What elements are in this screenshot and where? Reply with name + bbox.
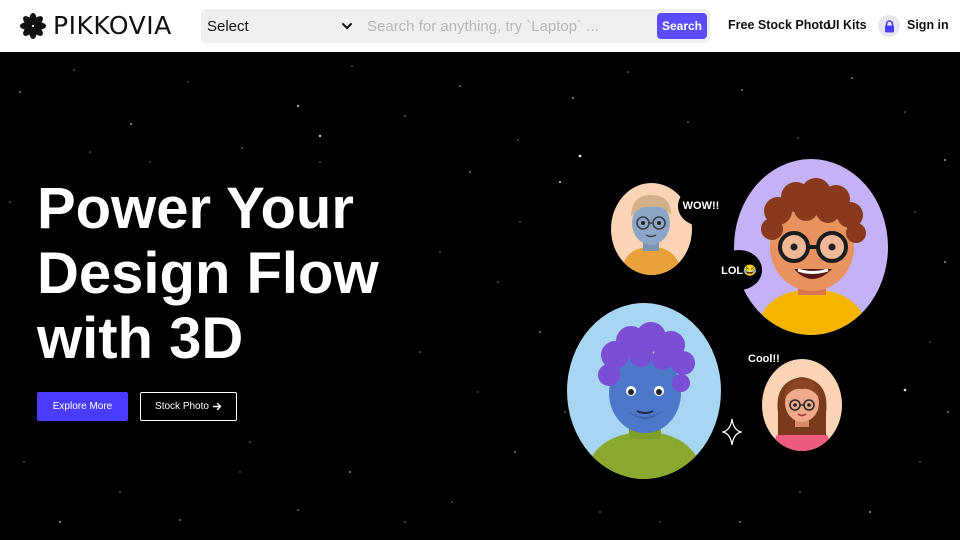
- cool-caption: Cool!!: [748, 353, 780, 365]
- sparkle-icon: [722, 418, 742, 446]
- avatar-girl-glasses: [762, 359, 842, 451]
- nav-sign-in[interactable]: Sign in: [907, 18, 949, 32]
- hero-section: Power Your Design Flow with 3D Explore M…: [0, 52, 960, 540]
- avatar-purple-hair: [567, 303, 721, 479]
- category-select-value: Select: [207, 17, 249, 35]
- brand-logo[interactable]: PIKKOVIA: [20, 12, 172, 40]
- asterisk-flower-icon: [20, 13, 46, 39]
- speech-bubble-lol: LOL😂: [716, 250, 762, 290]
- search-button[interactable]: Search: [657, 13, 707, 39]
- lock-icon-badge[interactable]: [878, 15, 900, 37]
- explore-more-button[interactable]: Explore More: [37, 392, 128, 421]
- speech-bubble-wow: WOW!!: [678, 186, 724, 226]
- headline-line-3: with 3D: [37, 306, 244, 371]
- headline-line-2: Design Flow: [37, 241, 379, 306]
- search-input[interactable]: [363, 9, 649, 43]
- stock-photo-button-label: Stock Photo: [155, 401, 209, 412]
- nav-free-stock-photo[interactable]: Free Stock Photo: [728, 18, 831, 32]
- stock-photo-button[interactable]: Stock Photo: [140, 392, 237, 421]
- search-bar: Select Search: [201, 9, 710, 43]
- category-select[interactable]: Select: [201, 9, 357, 43]
- avatar-curly-boy: [734, 159, 888, 335]
- brand-name: PIKKOVIA: [53, 11, 172, 40]
- headline-line-1: Power Your: [37, 176, 354, 241]
- hero-headline: Power Your Design Flow with 3D: [37, 176, 457, 371]
- lock-icon: [884, 19, 894, 32]
- top-navbar: PIKKOVIA Select Search Free Stock Photo …: [0, 0, 960, 52]
- arrow-right-icon: [212, 402, 222, 411]
- nav-ui-kits[interactable]: UI Kits: [827, 18, 867, 32]
- chevron-down-icon: [342, 23, 352, 29]
